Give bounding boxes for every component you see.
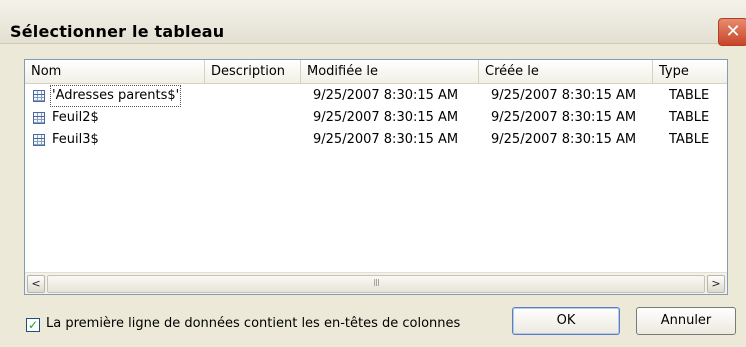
column-header-row: Nom Description Modifiée le Créée le Typ… [25,60,727,84]
row-created: 9/25/2007 8:30:15 AM [491,88,637,103]
table-row[interactable]: Feuil2$ 9/25/2007 8:30:15 AM 9/25/2007 8… [25,108,727,128]
table-row[interactable]: 'Adresses parents$' 9/25/2007 8:30:15 AM… [25,85,727,107]
column-header-modified[interactable]: Modifiée le [301,60,479,84]
ok-button[interactable]: OK [512,307,620,335]
header-row-checkbox-label: La première ligne de données contient le… [46,316,461,331]
row-modified: 9/25/2007 8:30:15 AM [313,132,459,147]
title-bar: Sélectionner le tableau ✕ [0,0,746,46]
row-created: 9/25/2007 8:30:15 AM [491,132,637,147]
table-icon [33,134,45,146]
dialog-title: Sélectionner le tableau [10,22,225,41]
row-modified: 9/25/2007 8:30:15 AM [313,88,459,103]
row-name: Feuil2$ [52,110,99,125]
row-type: TABLE [669,88,710,103]
scroll-left-arrow[interactable]: < [27,275,45,293]
row-created: 9/25/2007 8:30:15 AM [491,110,637,125]
column-header-created[interactable]: Créée le [479,60,653,84]
close-button[interactable]: ✕ [718,18,746,46]
column-header-name[interactable]: Nom [25,60,205,84]
row-modified: 9/25/2007 8:30:15 AM [313,110,459,125]
column-header-type[interactable]: Type [653,60,727,84]
table-row[interactable]: Feuil3$ 9/25/2007 8:30:15 AM 9/25/2007 8… [25,130,727,150]
table-list[interactable]: Nom Description Modifiée le Créée le Typ… [24,59,728,295]
row-name: 'Adresses parents$' [49,85,182,107]
header-row-checkbox[interactable]: ✓ [26,318,40,332]
cancel-button[interactable]: Annuler [636,307,736,335]
scroll-right-arrow[interactable]: > [707,275,725,293]
scroll-thumb[interactable]: III [47,275,705,293]
horizontal-scrollbar[interactable]: < III > [25,272,727,294]
table-icon [33,112,45,124]
column-header-description[interactable]: Description [205,60,301,84]
row-name: Feuil3$ [52,132,99,147]
row-type: TABLE [669,132,710,147]
row-type: TABLE [669,110,710,125]
table-icon [33,90,45,102]
